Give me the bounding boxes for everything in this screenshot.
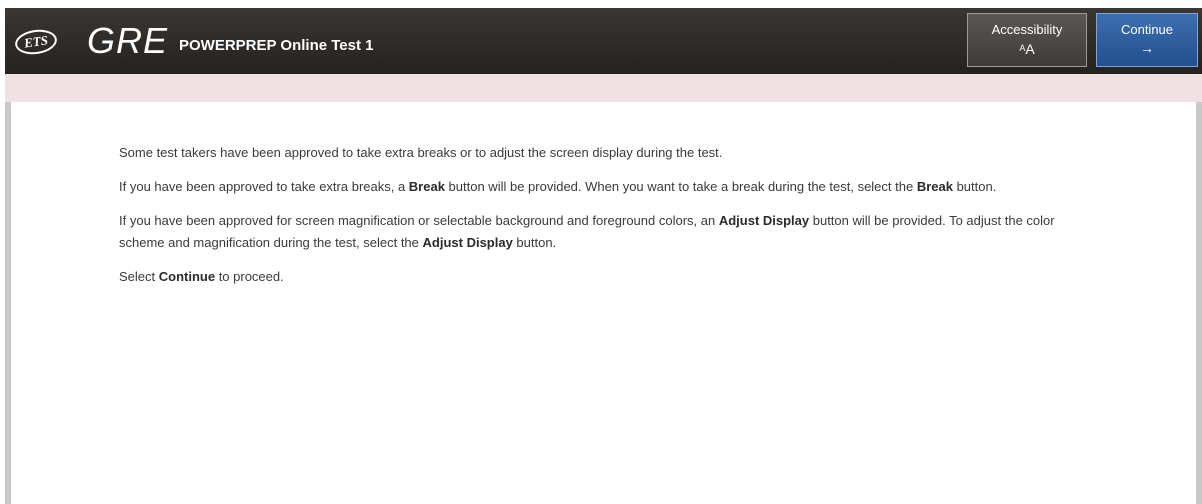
- app-window: ETS GRE POWERPREP Online Test 1 Accessib…: [0, 0, 1202, 504]
- test-title: POWERPREP Online Test 1: [179, 37, 374, 54]
- continue-button[interactable]: Continue →: [1096, 13, 1198, 67]
- accessibility-label: Accessibility: [991, 22, 1063, 37]
- arrow-right-icon: →: [1140, 40, 1154, 56]
- continue-label: Continue: [1120, 22, 1174, 37]
- instruction-paragraph-4: Select Continue to proceed.: [119, 269, 284, 284]
- text-size-icon: AA: [1019, 41, 1035, 57]
- accessibility-button[interactable]: Accessibility AA: [967, 13, 1087, 67]
- top-header-bar: ETS GRE POWERPREP Online Test 1 Accessib…: [5, 8, 1202, 74]
- main-content: Some test takers have been approved to t…: [5, 102, 1202, 504]
- gre-logo: GRE: [87, 20, 169, 61]
- section-strip: [5, 74, 1202, 102]
- instruction-paragraph-2: If you have been approved to take extra …: [119, 179, 997, 194]
- instruction-paragraph-3: If you have been approved for screen mag…: [119, 213, 1055, 250]
- instruction-paragraph-1: Some test takers have been approved to t…: [119, 145, 723, 160]
- ets-logo: ETS: [13, 27, 59, 57]
- instructions-text: Some test takers have been approved to t…: [119, 142, 1079, 300]
